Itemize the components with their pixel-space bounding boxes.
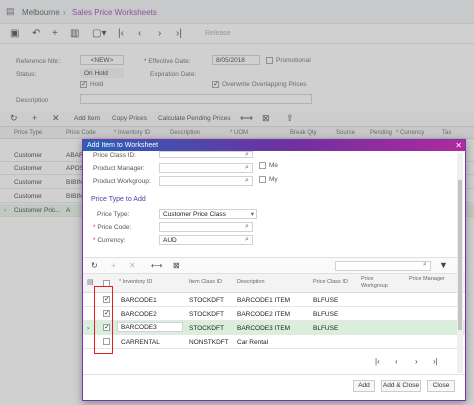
delete-row-icon[interactable]: ✕ (129, 261, 136, 270)
note-icon: ▤ (87, 279, 94, 286)
dialog-title: Add Item to Worksheet (87, 142, 159, 149)
filter-icon[interactable]: ▼ (439, 260, 448, 270)
next-page-icon[interactable]: › (415, 357, 418, 366)
grid-search-input[interactable] (335, 261, 431, 271)
currency-label: Currency: (97, 237, 126, 244)
prev-page-icon[interactable]: ‹ (395, 357, 398, 366)
cell-price-class: BLFUSE (313, 325, 339, 332)
search-icon[interactable]: ⌕ (245, 177, 249, 185)
cell-inventory-id[interactable]: BARCODE3 (117, 322, 183, 332)
table-row[interactable]: BARCODE1 STOCKDFT BARCODE1 ITEM BLFUSE (83, 293, 465, 307)
product-manager-label: Product Manager: (93, 165, 145, 172)
highlight-box (94, 286, 113, 354)
dialog-scrollbar-thumb[interactable] (458, 180, 462, 330)
price-type-select[interactable]: Customer Price Class ▾ (159, 209, 257, 219)
cell-description: BARCODE1 ITEM (237, 297, 291, 304)
my-checkbox[interactable] (259, 176, 266, 183)
cell-inventory-id: BARCODE2 (121, 311, 157, 318)
pager: |‹ ‹ › ›| (83, 356, 465, 370)
cell-item-class: STOCKDFT (189, 325, 224, 332)
dialog-title-bar: Add Item to Worksheet ✕ (83, 140, 465, 151)
search-icon[interactable]: ⌕ (245, 236, 249, 244)
cell-description: BARCODE2 ITEM (237, 311, 291, 318)
product-manager-field[interactable] (159, 163, 253, 173)
cell-inventory-id: BARCODE1 (121, 297, 157, 304)
dialog-grid-header: ▤ * Inventory ID Item Class ID Descripti… (83, 274, 465, 293)
me-checkbox[interactable] (259, 162, 266, 169)
col-price-manager[interactable]: Price Manager (409, 276, 445, 283)
section-title: Price Type to Add (91, 196, 146, 203)
col-inventory-id[interactable]: * Inventory ID (119, 279, 152, 286)
table-row[interactable]: CARRENTAL NONSTKDFT Car Rental (83, 335, 465, 349)
add-button[interactable]: Add (353, 380, 375, 392)
col-item-class-id[interactable]: Item Class ID (189, 279, 222, 286)
product-workgroup-label: Product Workgroup: (93, 178, 151, 185)
price-type-value: Customer Price Class (163, 211, 226, 218)
price-code-label: Price Code: (97, 224, 132, 231)
table-row[interactable]: BARCODE2 STOCKDFT BARCODE2 ITEM BLFUSE (83, 307, 465, 321)
product-workgroup-field[interactable] (159, 176, 253, 186)
cell-item-class: NONSTKDFT (189, 339, 229, 346)
dialog-footer: Add Add & Close Close (83, 374, 465, 400)
table-row-selected[interactable]: › BARCODE3 STOCKDFT BARCODE3 ITEM BLFUSE (83, 321, 465, 335)
col-description[interactable]: Description (237, 279, 265, 286)
cell-description: Car Rental (237, 339, 269, 346)
dialog-grid-toolbar: ↻ + ✕ ⟷ ⊠ ⌕ ▼ (83, 257, 465, 274)
my-label: My (269, 176, 278, 183)
cell-item-class: STOCKDFT (189, 311, 224, 318)
export-icon[interactable]: ⊠ (173, 261, 180, 270)
close-button[interactable]: Close (427, 380, 455, 392)
search-icon[interactable]: ⌕ (245, 164, 249, 172)
cell-item-class: STOCKDFT (189, 297, 224, 304)
cell-price-class: BLFUSE (313, 311, 339, 318)
add-close-button[interactable]: Add & Close (381, 380, 421, 392)
cell-price-class: BLFUSE (313, 297, 339, 304)
price-type-label: Price Type: (97, 211, 130, 218)
col-price-workgroup[interactable]: Price Workgroup (361, 276, 397, 290)
first-page-icon[interactable]: |‹ (375, 357, 380, 366)
row-indicator-icon: › (87, 325, 90, 332)
refresh-icon[interactable]: ↻ (91, 261, 98, 270)
search-icon[interactable]: ⌕ (423, 261, 427, 269)
close-icon[interactable]: ✕ (455, 141, 462, 150)
currency-field[interactable]: AUD (159, 235, 253, 245)
search-icon[interactable]: ⌕ (245, 223, 249, 231)
chevron-down-icon: ▾ (250, 211, 254, 218)
add-row-icon[interactable]: + (111, 261, 116, 270)
last-page-icon[interactable]: ›| (433, 357, 438, 366)
col-price-class-id[interactable]: Price Class ID (313, 279, 348, 286)
me-label: Me (269, 162, 279, 169)
search-icon[interactable]: ⌕ (245, 151, 249, 159)
cell-description: BARCODE3 ITEM (237, 325, 291, 332)
price-class-field[interactable] (159, 151, 253, 158)
price-class-label: Price Class ID: (93, 152, 136, 159)
price-code-field[interactable] (159, 222, 253, 232)
cell-inventory-id: CARRENTAL (121, 339, 160, 346)
fit-columns-icon[interactable]: ⟷ (151, 261, 162, 270)
add-item-dialog: Add Item to Worksheet ✕ Price Class ID: … (82, 139, 466, 401)
